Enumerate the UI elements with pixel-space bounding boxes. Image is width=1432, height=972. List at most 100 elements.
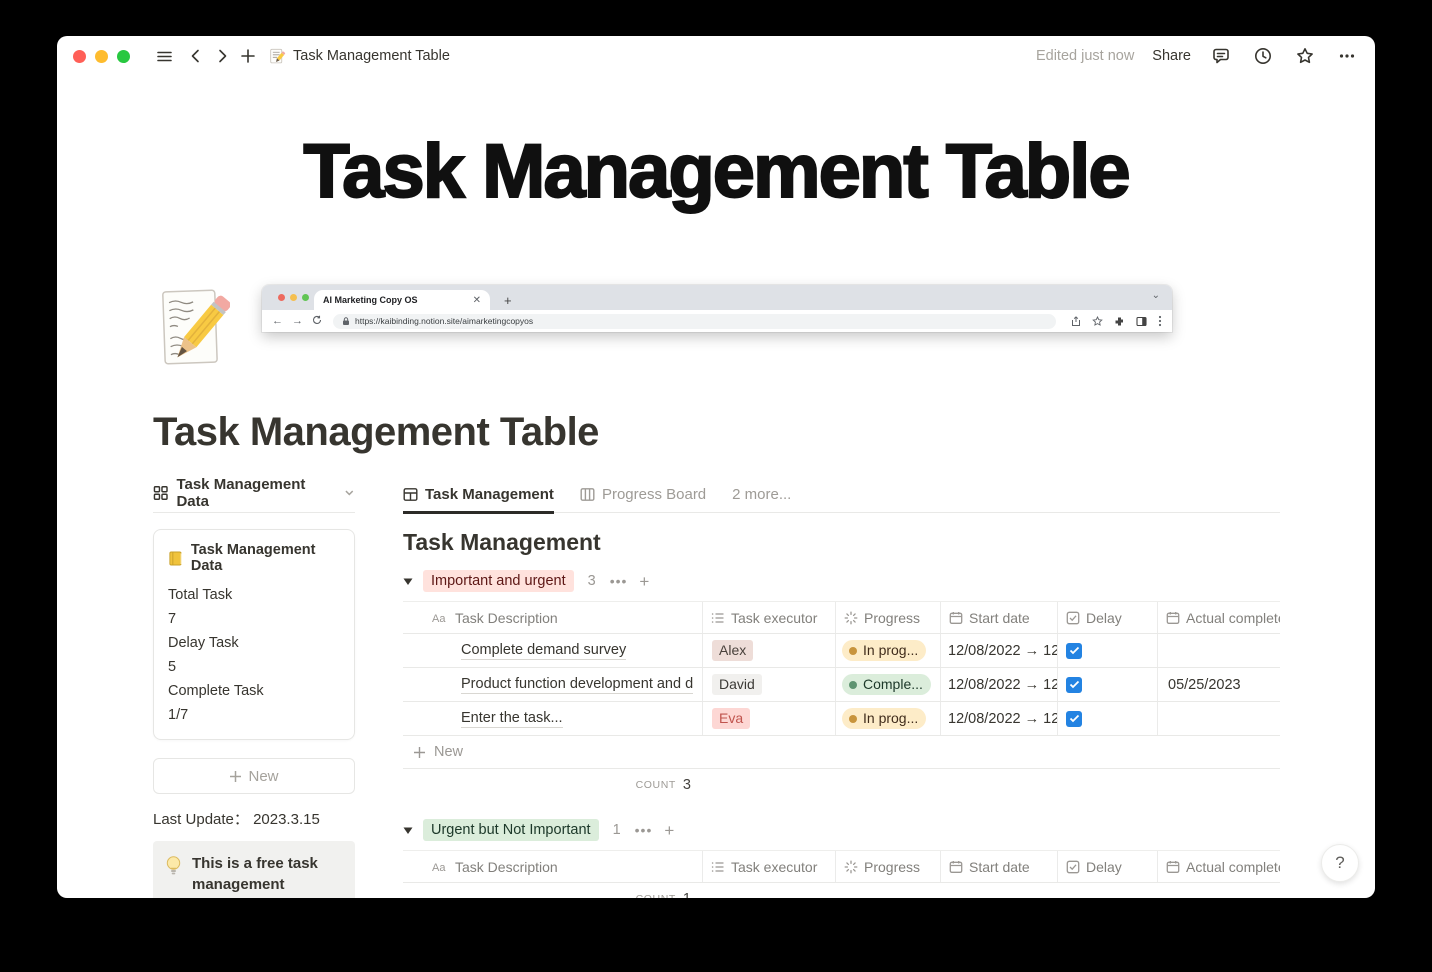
task-description-cell[interactable]: Enter the task... (403, 702, 703, 735)
column-header-actual-complete[interactable]: Actual complete (1158, 851, 1280, 882)
bulb-icon (166, 856, 181, 875)
more-button[interactable] (1335, 44, 1359, 68)
new-item-button[interactable]: New (153, 758, 355, 794)
start-date-cell[interactable]: 12/08/2022 → 12 (941, 634, 1058, 667)
column-header-progress[interactable]: Progress (836, 602, 941, 633)
stats-card[interactable]: Task Management Data Total Task 7 Delay … (153, 529, 355, 740)
column-header-start-date[interactable]: Start date (941, 602, 1058, 633)
delay-checkbox-checked[interactable] (1066, 642, 1082, 659)
right-column: Task Management Progress Board 2 more...… (403, 482, 1280, 898)
titlebar: Task Management Table Edited just now Sh… (57, 36, 1375, 76)
column-header-description[interactable]: Aa Task Description (403, 851, 703, 882)
group-badge[interactable]: Urgent but Not Important (423, 819, 599, 841)
progress-cell[interactable]: Comple... (836, 668, 941, 701)
stat-label: Total Task (168, 587, 233, 603)
start-date-cell[interactable]: 12/08/2022 → 12 (941, 668, 1058, 701)
progress-chip: Comple... (842, 674, 931, 695)
task-executor-cell[interactable]: David (703, 668, 836, 701)
checkbox-icon (1066, 611, 1080, 624)
collapse-toggle[interactable] (403, 577, 413, 586)
new-page-button[interactable] (235, 43, 261, 69)
count-label: COUNT (635, 779, 676, 791)
count-row[interactable]: COUNT 1 (403, 883, 691, 898)
column-header-progress[interactable]: Progress (836, 851, 941, 882)
callout-text: This is a free task management system. (192, 855, 318, 898)
table-row[interactable]: Product function development and d David… (403, 668, 1280, 702)
task-executor-cell[interactable]: Eva (703, 702, 836, 735)
browser-tab-title: AI Marketing Copy OS (323, 295, 418, 305)
back-button[interactable] (183, 43, 209, 69)
plus-icon (230, 770, 242, 782)
actual-complete-cell[interactable] (1158, 702, 1280, 735)
star-icon (1297, 48, 1313, 64)
task-description-cell[interactable]: Complete demand survey (403, 634, 703, 667)
table-row[interactable]: Enter the task... Eva In prog... 12/08/2… (403, 702, 1280, 736)
chevron-left-icon (191, 49, 199, 63)
list-icon (711, 612, 724, 623)
count-row[interactable]: COUNT 3 (403, 769, 691, 801)
actual-complete-cell[interactable]: 05/25/2023 (1158, 668, 1280, 701)
group-add-button[interactable]: + (664, 822, 674, 839)
start-date-cell[interactable]: 12/08/2022 → 12 (941, 702, 1058, 735)
delay-cell[interactable] (1058, 634, 1158, 667)
stat-value: 7 (168, 611, 177, 627)
column-header-start-date[interactable]: Start date (941, 851, 1058, 882)
delay-cell[interactable] (1058, 702, 1158, 735)
tab-label: Task Management (425, 486, 554, 503)
comments-button[interactable] (1209, 44, 1233, 68)
memo-icon (270, 48, 286, 63)
chevron-down-icon (345, 490, 354, 496)
document-tab[interactable]: Task Management Table (269, 48, 450, 65)
updates-button[interactable] (1251, 44, 1275, 68)
tab-task-management[interactable]: Task Management (403, 486, 554, 514)
list-icon (711, 861, 724, 872)
progress-cell[interactable]: In prog... (836, 702, 941, 735)
column-header-description[interactable]: Aa Task Description (403, 602, 703, 633)
task-table: Aa Task Description Task executor Progre… (403, 850, 1280, 898)
group-more-button[interactable]: ••• (635, 822, 653, 838)
delay-checkbox-checked[interactable] (1066, 710, 1082, 727)
group-add-button[interactable]: + (639, 573, 649, 590)
table-header-row: Aa Task Description Task executor Progre… (403, 850, 1280, 883)
group-badge[interactable]: Important and urgent (423, 570, 574, 592)
column-header-executor[interactable]: Task executor (703, 602, 836, 633)
delay-checkbox-checked[interactable] (1066, 676, 1082, 693)
task-description-cell[interactable]: Product function development and d (403, 668, 703, 701)
column-header-delay[interactable]: Delay (1058, 851, 1158, 882)
column-header-actual-complete[interactable]: Actual complete (1158, 602, 1280, 633)
actual-complete-cell[interactable] (1158, 634, 1280, 667)
tabs-more[interactable]: 2 more... (732, 486, 791, 512)
minimize-window-button[interactable] (95, 49, 108, 63)
share-button[interactable]: Share (1152, 48, 1191, 64)
favorite-button[interactable] (1293, 44, 1317, 68)
new-row-button[interactable]: New (403, 736, 1280, 769)
task-executor-cell[interactable]: Alex (703, 634, 836, 667)
close-window-button[interactable] (73, 49, 86, 63)
progress-cell[interactable]: In prog... (836, 634, 941, 667)
tab-progress-board[interactable]: Progress Board (580, 486, 706, 512)
status-dot (849, 680, 857, 689)
new-row-label: New (434, 744, 464, 760)
page-icon-memo[interactable] (160, 288, 230, 372)
forward-button[interactable] (209, 43, 235, 69)
check-icon (1069, 680, 1079, 689)
column-header-delay[interactable]: Delay (1058, 602, 1158, 633)
check-icon (1069, 714, 1079, 723)
browser-new-tab-icon: + (504, 293, 512, 308)
help-button[interactable]: ? (1321, 844, 1359, 882)
delay-cell[interactable] (1058, 668, 1158, 701)
group-count: 1 (612, 822, 621, 838)
view-selector[interactable]: Task Management Data (153, 476, 355, 513)
text-Aa-icon: Aa (432, 862, 446, 873)
group-more-button[interactable]: ••• (610, 573, 628, 589)
puzzle-icon (1115, 317, 1123, 325)
stat-value: 5 (168, 659, 177, 675)
page-cover: Task Management Table AI Marketing Copy … (57, 76, 1375, 332)
table-row[interactable]: Complete demand survey Alex In prog... 1… (403, 634, 1280, 668)
section-title: Task Management (403, 529, 601, 555)
stats-card-title: Task Management Data (190, 542, 316, 574)
column-header-executor[interactable]: Task executor (703, 851, 836, 882)
zoom-window-button[interactable] (117, 49, 130, 63)
sidebar-menu-button[interactable] (151, 43, 177, 69)
collapse-toggle[interactable] (403, 826, 413, 835)
